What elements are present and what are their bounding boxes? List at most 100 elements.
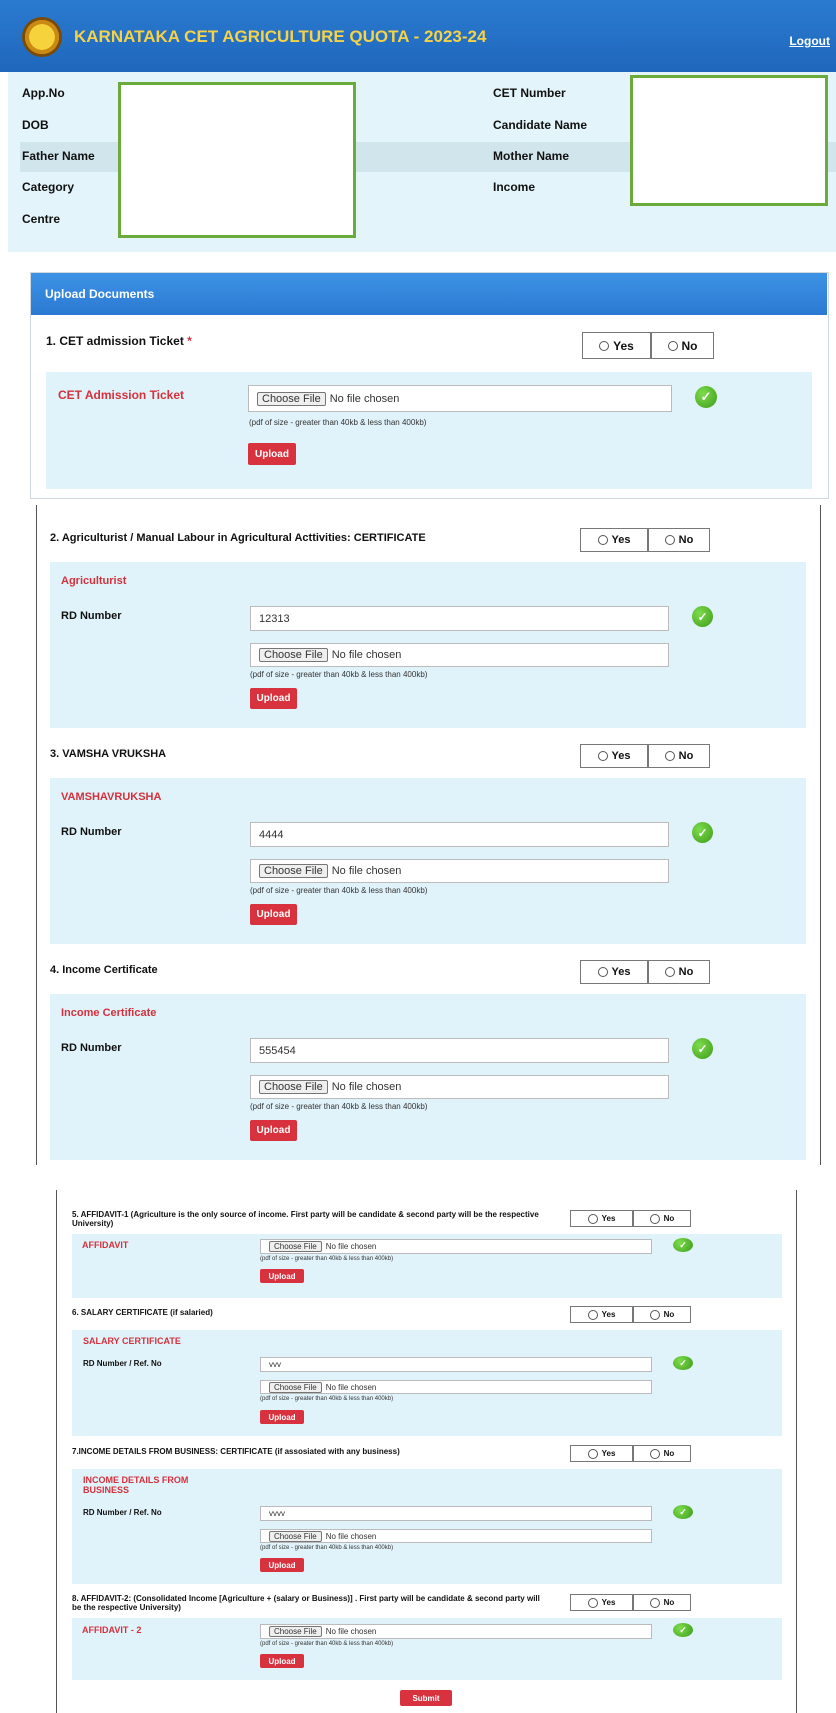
section-2-question: 2. Agriculturist / Manual Labour in Agri… [50,532,426,544]
section-4-no-radio[interactable]: No [648,960,710,984]
check-icon: ✓ [692,1038,713,1059]
section-2-file-input[interactable]: Choose File No file chosen [250,643,669,667]
section-3-no-radio[interactable]: No [648,744,710,768]
submit-button[interactable]: Submit [400,1690,452,1706]
section-8-file-input[interactable]: Choose File No file chosen [260,1624,652,1639]
section-5-subtitle: AFFIDAVIT [82,1240,129,1250]
section-7-yes-radio[interactable]: Yes [570,1445,633,1462]
section-4-rd-input[interactable]: 555454 [250,1038,669,1063]
section-2-rd-label: RD Number [61,610,122,622]
radio-circle-icon [587,1448,598,1459]
section-7-subtitle: INCOME DETAILS FROM BUSINESS [83,1475,189,1495]
section-4-file-input[interactable]: Choose File No file chosen [250,1075,669,1099]
yes-label: Yes [611,966,631,978]
no-file-text: No file chosen [329,392,400,405]
section-1-file-input[interactable]: Choose File No file chosen [248,385,672,412]
section-7-question: 7.INCOME DETAILS FROM BUSINESS: CERTIFIC… [72,1447,400,1456]
section-7-upload-button[interactable]: Upload [260,1558,304,1572]
section-3-file-input[interactable]: Choose File No file chosen [250,859,669,883]
yes-label: Yes [611,750,631,762]
section-1-question-text: 1. CET admission Ticket [46,334,184,348]
part3-border-right [796,1190,797,1713]
section-1-yes-radio[interactable]: Yes [582,332,651,359]
section-5-yes-radio[interactable]: Yes [570,1210,633,1227]
father-name-label: Father Name [22,149,95,163]
no-label: No [678,534,694,546]
no-file-text: No file chosen [325,1382,377,1392]
radio-circle-icon [664,967,675,977]
section-4-upload-button[interactable]: Upload [250,1120,297,1141]
choose-file-button[interactable]: Choose File [259,648,328,662]
logout-link[interactable]: Logout [789,34,830,48]
radio-circle-icon [599,340,610,351]
section-2-rd-input[interactable]: 12313 [250,606,669,631]
yes-label: Yes [601,1449,616,1458]
radio-circle-icon [597,967,608,977]
no-file-text: No file chosen [331,865,402,877]
no-file-text: No file chosen [331,649,402,661]
cet-number-label: CET Number [493,86,566,100]
no-label: No [663,1449,675,1458]
upload-documents-title: Upload Documents [45,287,155,301]
choose-file-button[interactable]: Choose File [269,1626,322,1637]
section-2-upload-button[interactable]: Upload [250,688,297,709]
section-2-yes-radio[interactable]: Yes [580,528,648,552]
redacted-info-left [118,82,356,238]
radio-circle-icon [587,1309,598,1320]
section-1-no-radio[interactable]: No [651,332,714,359]
choose-file-button[interactable]: Choose File [269,1241,322,1252]
choose-file-button[interactable]: Choose File [257,391,326,406]
candidate-name-label: Candidate Name [493,118,588,132]
choose-file-button[interactable]: Choose File [259,864,328,878]
section-8-no-radio[interactable]: No [633,1594,691,1611]
file-hint: (pdf of size - greater than 40kb & less … [250,670,428,679]
file-hint: (pdf of size - greater than 40kb & less … [260,1641,394,1647]
section-5-upload-button[interactable]: Upload [260,1269,304,1283]
section-3-upload-button[interactable]: Upload [250,904,297,925]
no-file-text: No file chosen [325,1242,377,1251]
radio-circle-icon [649,1309,660,1320]
section-7-file-input[interactable]: Choose File No file chosen [260,1529,652,1543]
section-7-rd-input[interactable]: vvvv [260,1506,652,1521]
section-3-yes-radio[interactable]: Yes [580,744,648,768]
income-label: Income [493,180,536,194]
section-8-yes-radio[interactable]: Yes [570,1594,633,1611]
choose-file-button[interactable]: Choose File [269,1530,322,1542]
section-4-yes-radio[interactable]: Yes [580,960,648,984]
no-file-text: No file chosen [325,1627,377,1636]
choose-file-button[interactable]: Choose File [259,1080,328,1094]
section-6-no-radio[interactable]: No [633,1306,691,1323]
radio-circle-icon [649,1597,660,1608]
section-8-question: 8. AFFIDAVIT-2: (Consolidated Income [Ag… [72,1594,540,1612]
section-6-yes-radio[interactable]: Yes [570,1306,633,1323]
section-5-file-input[interactable]: Choose File No file chosen [260,1239,652,1254]
check-icon: ✓ [695,386,717,408]
no-label: No [663,1310,675,1319]
section-7-no-radio[interactable]: No [633,1445,691,1462]
section-2-subtitle: Agriculturist [61,575,127,587]
section-3-question: 3. VAMSHA VRUKSHA [50,748,167,760]
section-3-rd-input[interactable]: 4444 [250,822,669,847]
no-label: No [678,966,694,978]
section-6-file-input[interactable]: Choose File No file chosen [260,1380,652,1394]
section-4-question: 4. Income Certificate [50,964,158,976]
section-5-no-radio[interactable]: No [633,1210,691,1227]
section-1-upload-button[interactable]: Upload [248,443,296,465]
section-1-subtitle: CET Admission Ticket [58,388,185,402]
no-file-text: No file chosen [325,1531,377,1541]
dob-label: DOB [22,118,49,132]
file-hint: (pdf of size - greater than 40kb & less … [260,1545,394,1551]
section-2-no-radio[interactable]: No [648,528,710,552]
section-6-rd-input[interactable]: vvv [260,1357,652,1372]
page-title: KARNATAKA CET AGRICULTURE QUOTA - 2023-2… [74,27,487,46]
section-4-rd-label: RD Number [61,1042,122,1054]
radio-circle-icon [597,535,608,545]
no-label: No [681,338,698,353]
section-6-upload-button[interactable]: Upload [260,1410,304,1424]
section-6-subtitle: SALARY CERTIFICATE [83,1336,181,1346]
choose-file-button[interactable]: Choose File [269,1381,322,1393]
section-4-subtitle: Income Certificate [61,1007,157,1019]
part3-border-left [56,1190,57,1713]
section-8-subtitle: AFFIDAVIT - 2 [82,1625,142,1635]
section-8-upload-button[interactable]: Upload [260,1654,304,1668]
